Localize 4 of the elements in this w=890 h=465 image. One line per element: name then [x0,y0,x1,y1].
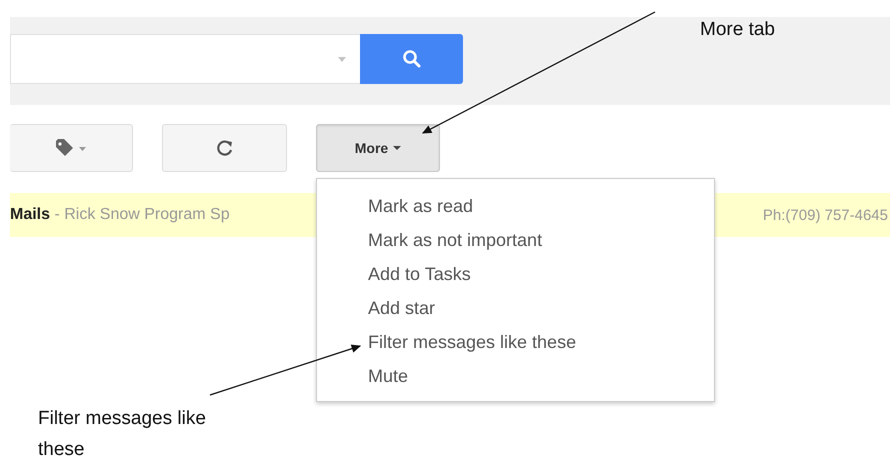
annotation-label: Filter messages like these [38,407,207,462]
annotation-label: More tab [700,18,775,42]
mail-phone: Ph:(709) 757-4645 [762,206,888,224]
mail-snippet: Mails - Rick Snow Program Sp [10,206,230,224]
